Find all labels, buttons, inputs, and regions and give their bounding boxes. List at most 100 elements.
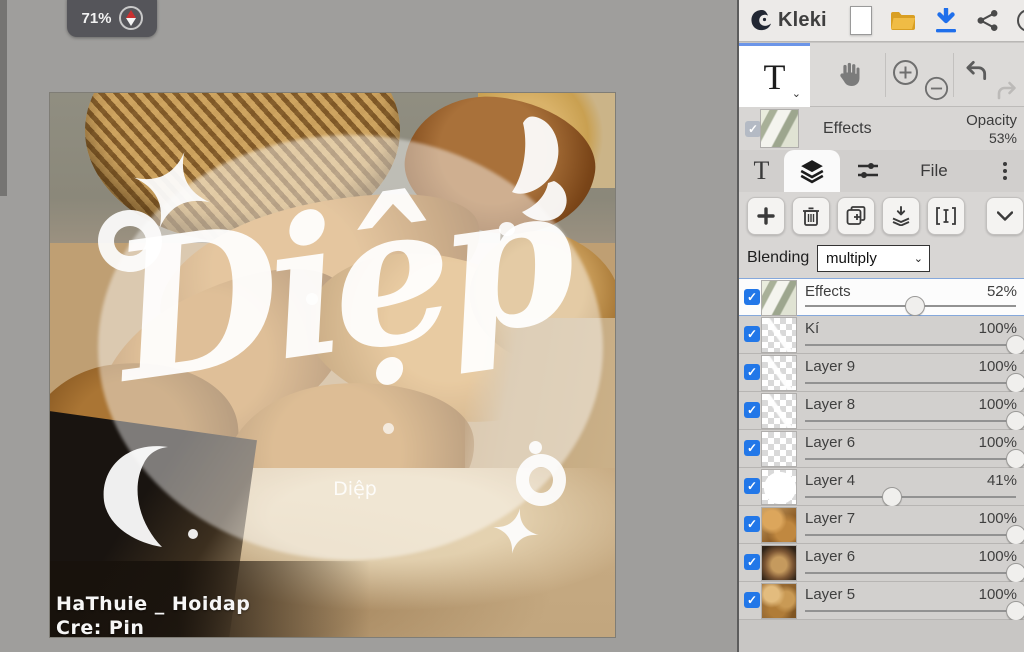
sliders-icon [858, 163, 878, 178]
layer-name: Layer 7 [805, 510, 856, 527]
slider-knob[interactable] [1006, 525, 1024, 545]
current-layer-bar: Effects Opacity 53% [739, 107, 1024, 150]
zoom-badge[interactable]: 71% [67, 0, 157, 37]
tab-layers[interactable] [784, 150, 840, 192]
blending-row: Blending multiply ⌄ [739, 240, 1024, 278]
divider [885, 53, 886, 97]
layer-opacity-slider[interactable] [805, 601, 1024, 621]
app-topbar: Kleki ? [739, 0, 1024, 42]
help-button[interactable]: ? [1016, 9, 1024, 32]
download-button[interactable] [934, 7, 958, 34]
plus-icon [757, 207, 775, 225]
current-layer-name: Effects [823, 120, 872, 137]
tab-file[interactable]: File [896, 150, 972, 192]
layer-row-1[interactable]: Kí 100% [739, 316, 1024, 355]
share-icon [977, 10, 998, 31]
rename-layer-button[interactable] [927, 197, 965, 235]
layer-opacity-slider[interactable] [805, 487, 1016, 507]
layer-opacity-slider[interactable] [805, 296, 1016, 316]
tab-text[interactable]: T [739, 150, 784, 192]
layer-opacity-slider[interactable] [805, 411, 1024, 431]
stage-edge-strip [0, 0, 7, 196]
side-panel: Kleki ? T ⌄ [737, 0, 1024, 652]
zoom-in-button[interactable] [892, 59, 919, 86]
tab-settings[interactable] [840, 150, 896, 192]
layer-visibility-checkbox[interactable] [744, 402, 760, 418]
undo-icon [966, 60, 987, 80]
app-brand[interactable]: Kleki [748, 8, 827, 34]
layer-row-7[interactable]: Layer 6 100% [739, 544, 1024, 583]
chevron-down-icon: ⌄ [791, 88, 801, 100]
zoom-out-button[interactable] [924, 76, 949, 101]
layer-visibility-checkbox[interactable] [744, 440, 760, 456]
current-layer-visibility-checkbox[interactable] [745, 121, 761, 137]
layer-row-3[interactable]: Layer 8 100% [739, 392, 1024, 431]
layer-name: Layer 6 [805, 548, 856, 565]
compass-reset-icon[interactable] [118, 6, 143, 30]
expand-panel-button[interactable] [986, 197, 1024, 235]
layer-opacity-value: 100% [978, 434, 1017, 451]
canvas-stage[interactable]: Diệp Diệp HaThuie _ Hoidap Cre: Pin 71% [0, 0, 737, 652]
layer-row-4[interactable]: Layer 6 100% [739, 430, 1024, 469]
add-layer-button[interactable] [747, 197, 785, 235]
more-menu-button[interactable] [983, 150, 1024, 192]
panel-empty-area [739, 620, 1024, 652]
layer-row-8[interactable]: Layer 5 100% [739, 582, 1024, 621]
open-file-button[interactable] [890, 10, 916, 32]
layer-thumbnail [761, 545, 797, 581]
layer-thumbnail [761, 583, 797, 619]
hand-tool-button[interactable] [817, 43, 881, 107]
kebab-menu-icon [1002, 162, 1007, 180]
dot-icon [188, 529, 198, 539]
app-title: Kleki [778, 9, 827, 31]
layer-visibility-checkbox[interactable] [744, 364, 760, 380]
layer-opacity-slider[interactable] [805, 449, 1024, 469]
artwork-canvas[interactable]: Diệp Diệp HaThuie _ Hoidap Cre: Pin [50, 93, 615, 637]
slider-knob[interactable] [1006, 335, 1024, 355]
zoom-out-icon [924, 76, 949, 101]
layer-visibility-checkbox[interactable] [744, 554, 760, 570]
layer-visibility-checkbox[interactable] [744, 289, 760, 305]
layer-thumbnail [761, 355, 797, 391]
layer-visibility-checkbox[interactable] [744, 592, 760, 608]
dot-icon [383, 423, 394, 434]
layer-visibility-checkbox[interactable] [744, 326, 760, 342]
layer-row-0[interactable]: Effects 52% [739, 278, 1024, 316]
layer-row-5[interactable]: Layer 4 41% [739, 468, 1024, 507]
merge-down-button[interactable] [882, 197, 920, 235]
layer-visibility-checkbox[interactable] [744, 516, 760, 532]
slider-knob[interactable] [1006, 449, 1024, 469]
layer-thumbnail [761, 393, 797, 429]
slider-knob[interactable] [1006, 601, 1024, 621]
layer-opacity-value: 100% [978, 320, 1017, 337]
layer-opacity-slider[interactable] [805, 335, 1024, 355]
layer-name: Layer 9 [805, 358, 856, 375]
layer-opacity-slider[interactable] [805, 525, 1024, 545]
layer-opacity-slider[interactable] [805, 373, 1024, 393]
slider-knob[interactable] [1006, 411, 1024, 431]
opacity-value: 53% [988, 130, 1017, 146]
undo-button[interactable] [963, 58, 989, 84]
layer-opacity-slider[interactable] [805, 563, 1024, 583]
text-tool-button[interactable]: T ⌄ [739, 43, 810, 107]
layer-row-2[interactable]: Layer 9 100% [739, 354, 1024, 393]
swoosh-icon [96, 441, 182, 551]
opacity-label: Opacity [966, 112, 1017, 129]
new-image-icon [849, 6, 872, 35]
new-image-button[interactable] [849, 6, 872, 35]
slider-knob[interactable] [1006, 373, 1024, 393]
tool-row: T ⌄ [739, 43, 1024, 107]
slider-knob[interactable] [904, 296, 925, 316]
chevron-down-icon [997, 211, 1013, 221]
share-button[interactable] [976, 9, 999, 32]
slider-knob[interactable] [1006, 563, 1024, 583]
delete-layer-button[interactable] [792, 197, 830, 235]
duplicate-layer-button[interactable] [837, 197, 875, 235]
slider-knob[interactable] [881, 487, 902, 507]
redo-button[interactable] [995, 79, 1019, 103]
layer-opacity-value: 100% [978, 396, 1017, 413]
blending-dropdown[interactable]: multiply ⌄ [817, 245, 930, 272]
layer-visibility-checkbox[interactable] [744, 478, 760, 494]
layer-opacity-value: 52% [986, 283, 1017, 300]
layer-row-6[interactable]: Layer 7 100% [739, 506, 1024, 545]
